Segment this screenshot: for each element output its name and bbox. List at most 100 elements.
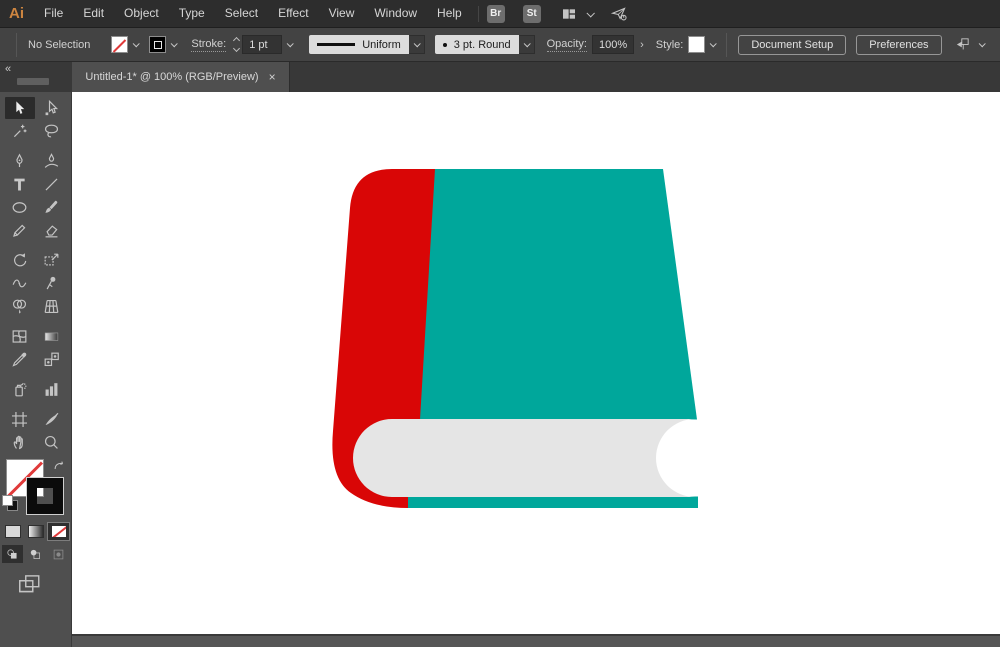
separator <box>16 32 17 57</box>
mesh-icon <box>10 327 29 346</box>
status-bar[interactable] <box>72 634 1000 647</box>
gradient-tool[interactable] <box>37 325 67 347</box>
document-tab[interactable]: Untitled-1* @ 100% (RGB/Preview) × <box>72 62 290 92</box>
pen-tool[interactable] <box>5 150 35 172</box>
selection-tool[interactable] <box>4 97 35 119</box>
tool-row <box>0 97 71 119</box>
blend-tool[interactable] <box>37 348 67 370</box>
eyedropper-tool[interactable] <box>5 348 35 370</box>
lasso-tool[interactable] <box>37 120 67 142</box>
pencil-icon <box>10 221 29 240</box>
none-button[interactable] <box>48 523 69 540</box>
draw-normal-icon[interactable] <box>2 545 23 563</box>
eraser-icon <box>42 221 61 240</box>
tools-panel <box>0 92 72 647</box>
ellipse-tool[interactable] <box>5 196 35 218</box>
default-fill-stroke-icon[interactable] <box>3 496 17 510</box>
hand-tool[interactable] <box>5 431 35 453</box>
type-tool[interactable] <box>5 173 35 195</box>
column-graph-tool[interactable] <box>37 378 67 400</box>
opacity-field[interactable]: 100% <box>591 35 635 54</box>
document-setup-button[interactable]: Document Setup <box>738 34 847 55</box>
fill-chevron-icon[interactable] <box>128 40 143 48</box>
style-label: Style: <box>655 38 684 51</box>
zoom-icon <box>42 433 61 452</box>
separator <box>726 32 728 57</box>
tool-row <box>0 272 71 294</box>
illustrator-window: Ai File Edit Object Type Select Effect View Win… <box>0 0 1000 647</box>
gradient-button[interactable] <box>25 523 46 540</box>
color-button[interactable] <box>2 523 23 540</box>
curvature-tool[interactable] <box>37 150 67 172</box>
workspace-switcher-icon[interactable] <box>559 4 579 24</box>
menu-edit[interactable]: Edit <box>73 0 114 27</box>
paintbrush-icon <box>42 198 61 217</box>
menu-object[interactable]: Object <box>114 0 169 27</box>
slice-tool[interactable] <box>37 408 67 430</box>
width-tool[interactable] <box>5 272 35 294</box>
draw-behind-icon[interactable] <box>25 545 46 563</box>
symbol-sprayer-tool[interactable] <box>5 378 35 400</box>
zoom-tool[interactable] <box>37 431 67 453</box>
stroke-color-swatch[interactable] <box>149 36 167 53</box>
menu-file[interactable]: File <box>34 0 73 27</box>
selection-icon <box>10 99 29 118</box>
line-segment-tool[interactable] <box>37 173 67 195</box>
draw-inside-icon[interactable] <box>48 545 69 563</box>
stroke-weight-chevron-icon[interactable] <box>282 40 297 48</box>
direct-selection-tool[interactable] <box>37 97 67 119</box>
perspective-grid-tool[interactable] <box>37 295 67 317</box>
tools-panel-drag-handle[interactable] <box>17 78 49 85</box>
width-profile-chevron-icon[interactable] <box>408 35 425 54</box>
style-swatch[interactable] <box>688 36 706 53</box>
collapse-panels-icon[interactable]: « <box>5 63 11 75</box>
mesh-tool[interactable] <box>5 325 35 347</box>
menu-select[interactable]: Select <box>215 0 268 27</box>
bridge-button[interactable]: Br <box>486 4 505 23</box>
screen-mode-icon[interactable] <box>16 571 71 602</box>
stock-button[interactable]: St <box>522 4 541 23</box>
perspective-grid-icon <box>42 297 61 316</box>
fill-color-swatch[interactable] <box>111 36 129 53</box>
opacity-label[interactable]: Opacity: <box>546 38 587 52</box>
panel-options-chevron-icon[interactable] <box>978 40 986 48</box>
scale-tool[interactable] <box>37 249 67 271</box>
book-back-cover-edge <box>408 496 698 508</box>
preferences-button[interactable]: Preferences <box>856 34 942 55</box>
workspace-chevron-icon[interactable] <box>586 8 595 18</box>
style-chevron-icon[interactable] <box>705 40 720 48</box>
magic-wand-tool[interactable] <box>5 120 35 142</box>
opacity-expand-icon[interactable]: › <box>634 39 650 51</box>
close-tab-icon[interactable]: × <box>269 71 276 83</box>
stroke-chevron-icon[interactable] <box>166 40 181 48</box>
menu-effect[interactable]: Effect <box>268 0 318 27</box>
share-icon[interactable] <box>609 4 629 24</box>
menu-view[interactable]: View <box>319 0 365 27</box>
eraser-tool[interactable] <box>37 219 67 241</box>
menu-items: File Edit Object Type Select Effect View Window… <box>34 0 472 27</box>
shape-builder-tool[interactable] <box>5 295 35 317</box>
menu-type[interactable]: Type <box>169 0 215 27</box>
width-profile-dropdown[interactable]: Uniform <box>309 35 409 54</box>
stroke-swatch[interactable] <box>27 478 63 514</box>
brush-chevron-icon[interactable] <box>518 35 535 54</box>
paintbrush-tool[interactable] <box>37 196 67 218</box>
tool-row <box>0 150 71 172</box>
shape-builder-icon <box>10 297 29 316</box>
book-pages-shape <box>353 419 695 497</box>
stroke-weight-label[interactable]: Stroke: <box>191 38 227 52</box>
brush-dropdown[interactable]: 3 pt. Round <box>434 35 519 54</box>
stroke-weight-field[interactable]: 1 pt <box>242 35 283 54</box>
artboard-tool[interactable] <box>5 408 35 430</box>
swap-fill-stroke-icon[interactable] <box>52 459 67 479</box>
panel-options-icon[interactable] <box>953 35 973 55</box>
tool-row <box>0 249 71 271</box>
app-logo: Ai <box>9 5 24 22</box>
puppet-warp-tool[interactable] <box>37 272 67 294</box>
pencil-tool[interactable] <box>5 219 35 241</box>
canvas[interactable] <box>72 92 1000 634</box>
rotate-tool[interactable] <box>5 249 35 271</box>
menu-window[interactable]: Window <box>364 0 427 27</box>
stroke-weight-stepper[interactable] <box>233 36 241 53</box>
menu-help[interactable]: Help <box>427 0 472 27</box>
